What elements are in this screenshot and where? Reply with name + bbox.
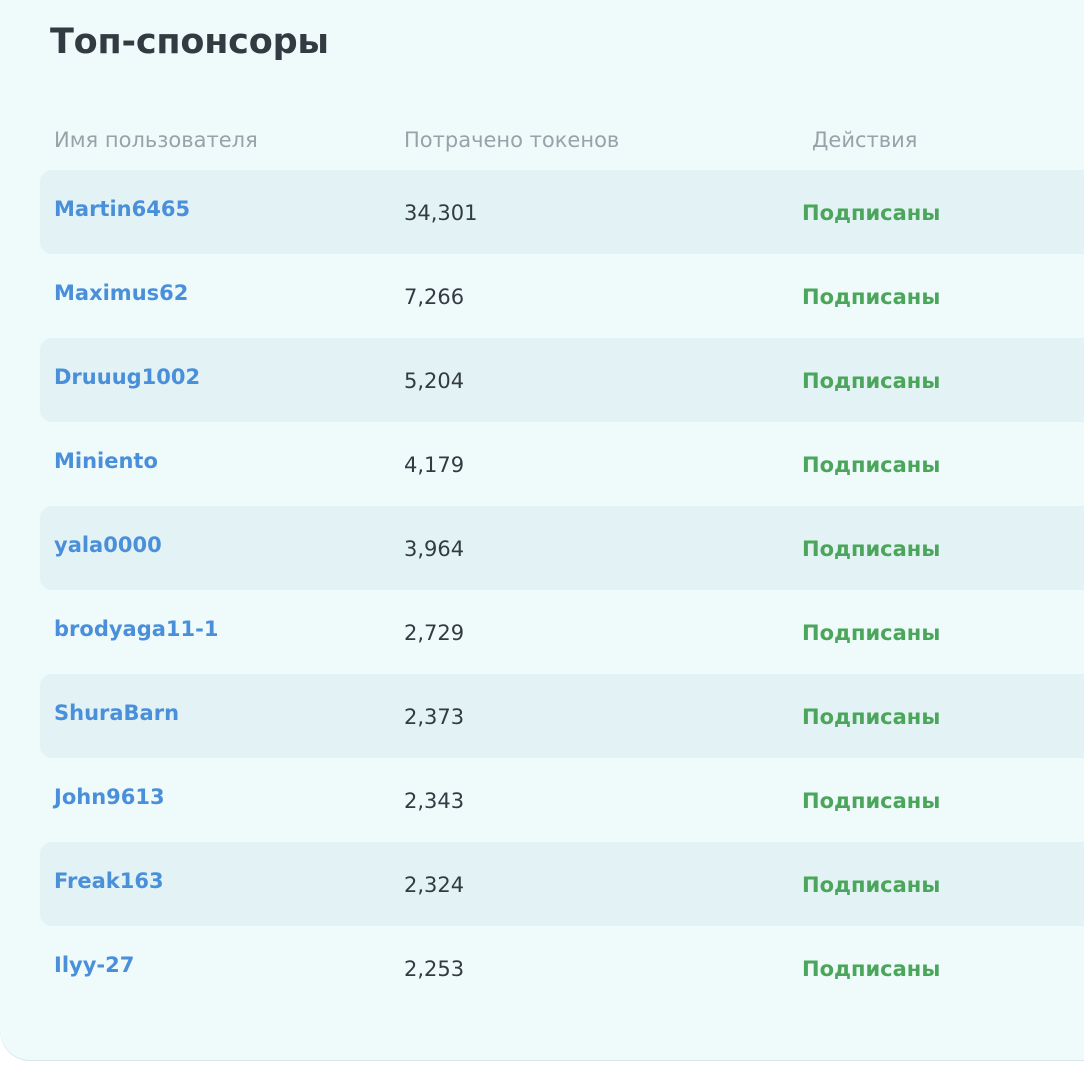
table-row: Druuug1002 5,204 Подписаны xyxy=(40,338,1084,422)
subscribed-status[interactable]: Подписаны xyxy=(802,957,940,981)
username-link[interactable]: Miniento xyxy=(54,449,158,473)
tokens-spent: 3,964 xyxy=(404,537,465,561)
top-sponsors-panel: Топ-спонсоры Имя пользователя Потрачено … xyxy=(0,0,1084,1060)
username-link[interactable]: yala0000 xyxy=(54,533,162,557)
table-row: Miniento 4,179 Подписаны xyxy=(40,422,1084,506)
page-title: Топ-спонсоры xyxy=(50,22,329,62)
column-header-actions: Действия xyxy=(812,128,918,152)
subscribed-status[interactable]: Подписаны xyxy=(802,201,940,225)
table-row: Martin6465 34,301 Подписаны xyxy=(40,170,1084,254)
username-link[interactable]: Druuug1002 xyxy=(54,365,200,389)
column-header-spent: Потрачено токенов xyxy=(404,128,620,152)
table-row: Ilyy-27 2,253 Подписаны xyxy=(40,926,1084,1010)
username-link[interactable]: Maximus62 xyxy=(54,281,188,305)
sponsors-table: Martin6465 34,301 Подписаны Maximus62 7,… xyxy=(40,170,1084,1010)
tokens-spent: 7,266 xyxy=(404,285,465,309)
subscribed-status[interactable]: Подписаны xyxy=(802,285,940,309)
tokens-spent: 2,373 xyxy=(404,705,465,729)
username-link[interactable]: ShuraBarn xyxy=(54,701,179,725)
tokens-spent: 2,729 xyxy=(404,621,465,645)
tokens-spent: 2,324 xyxy=(404,873,465,897)
subscribed-status[interactable]: Подписаны xyxy=(802,453,940,477)
table-row: Freak163 2,324 Подписаны xyxy=(40,842,1084,926)
tokens-spent: 4,179 xyxy=(404,453,465,477)
tokens-spent: 2,343 xyxy=(404,789,465,813)
subscribed-status[interactable]: Подписаны xyxy=(802,705,940,729)
username-link[interactable]: John9613 xyxy=(54,785,165,809)
table-row: Maximus62 7,266 Подписаны xyxy=(40,254,1084,338)
subscribed-status[interactable]: Подписаны xyxy=(802,873,940,897)
username-link[interactable]: Martin6465 xyxy=(54,197,190,221)
username-link[interactable]: Ilyy-27 xyxy=(54,953,134,977)
username-link[interactable]: brodyaga11-1 xyxy=(54,617,218,641)
table-row: John9613 2,343 Подписаны xyxy=(40,758,1084,842)
subscribed-status[interactable]: Подписаны xyxy=(802,789,940,813)
username-link[interactable]: Freak163 xyxy=(54,869,164,893)
tokens-spent: 34,301 xyxy=(404,201,478,225)
column-header-username: Имя пользователя xyxy=(54,128,258,152)
tokens-spent: 2,253 xyxy=(404,957,465,981)
subscribed-status[interactable]: Подписаны xyxy=(802,621,940,645)
table-row: yala0000 3,964 Подписаны xyxy=(40,506,1084,590)
subscribed-status[interactable]: Подписаны xyxy=(802,369,940,393)
table-row: brodyaga11-1 2,729 Подписаны xyxy=(40,590,1084,674)
subscribed-status[interactable]: Подписаны xyxy=(802,537,940,561)
table-row: ShuraBarn 2,373 Подписаны xyxy=(40,674,1084,758)
tokens-spent: 5,204 xyxy=(404,369,465,393)
